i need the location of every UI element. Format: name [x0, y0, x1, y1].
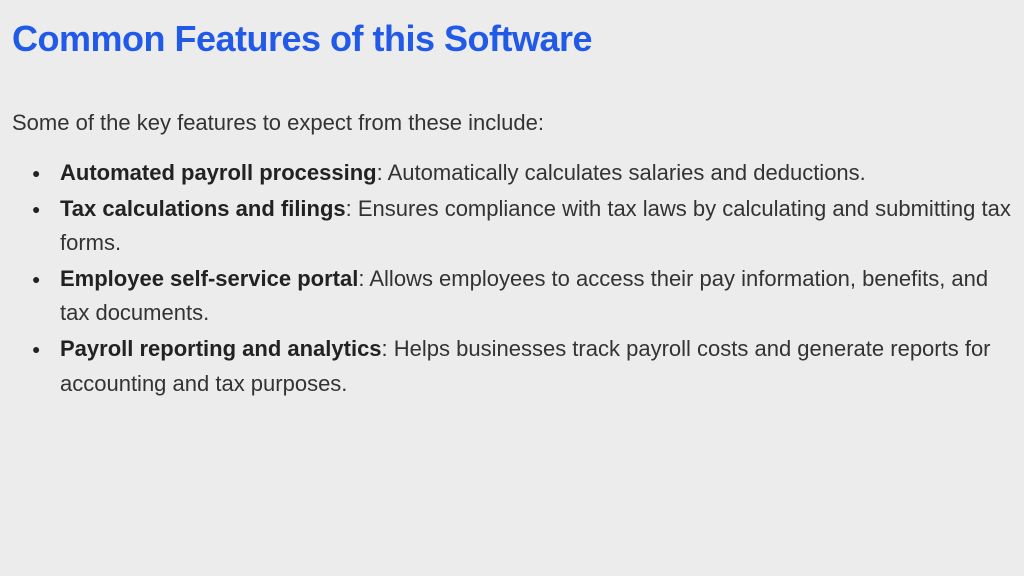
feature-title: Payroll reporting and analytics — [60, 336, 382, 361]
list-item: Automated payroll processing: Automatica… — [60, 156, 1012, 190]
feature-desc: : Automatically calculates salaries and … — [377, 160, 866, 185]
feature-title: Employee self-service portal — [60, 266, 358, 291]
list-item: Tax calculations and filings: Ensures co… — [60, 192, 1012, 260]
features-list: Automated payroll processing: Automatica… — [12, 156, 1012, 401]
intro-text: Some of the key features to expect from … — [12, 110, 1012, 136]
feature-title: Tax calculations and filings — [60, 196, 346, 221]
list-item: Payroll reporting and analytics: Helps b… — [60, 332, 1012, 400]
feature-title: Automated payroll processing — [60, 160, 377, 185]
list-item: Employee self-service portal: Allows emp… — [60, 262, 1012, 330]
slide-title: Common Features of this Software — [12, 18, 1012, 60]
